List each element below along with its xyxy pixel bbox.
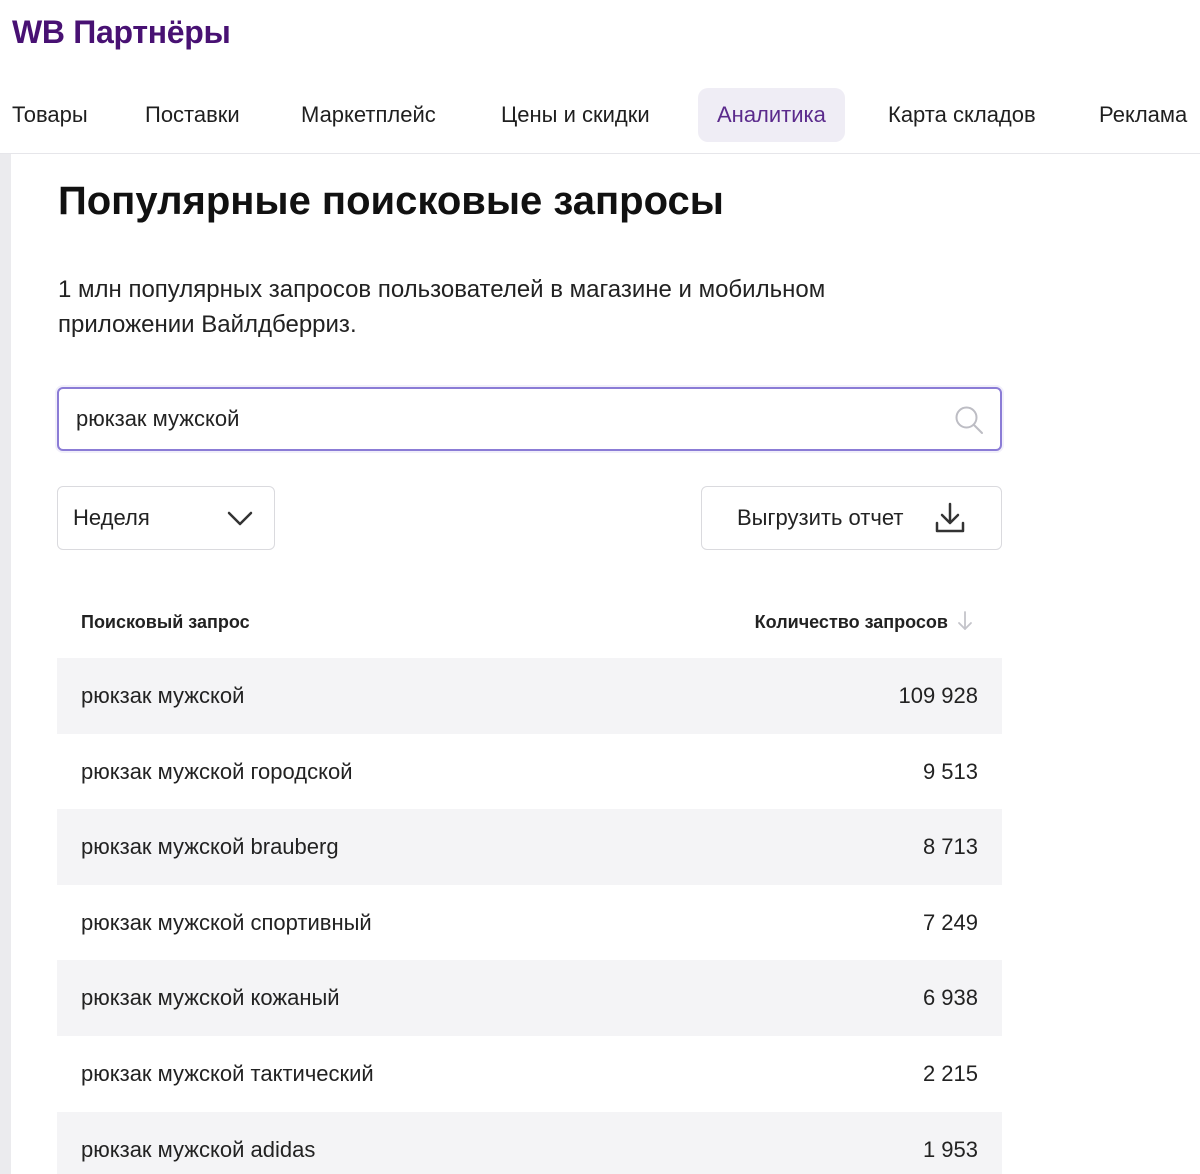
count-cell: 8 713 (922, 834, 978, 860)
search-input[interactable] (76, 389, 916, 449)
page-title: Популярные поисковые запросы (58, 179, 724, 223)
column-header-count[interactable]: Количество запросов (755, 606, 948, 638)
count-cell: 7 249 (922, 909, 978, 935)
count-cell: 9 513 (922, 758, 978, 784)
arrow-down-icon[interactable] (955, 610, 975, 632)
nav-item-goods[interactable]: Товары (12, 88, 88, 142)
top-nav: Товары Поставки Маркетплейс Цены и скидк… (0, 88, 1200, 154)
nav-item-supplies[interactable]: Поставки (145, 88, 240, 142)
count-cell: 6 938 (922, 985, 978, 1011)
nav-item-prices[interactable]: Цены и скидки (501, 88, 650, 142)
period-select[interactable]: Неделя (57, 486, 275, 550)
download-icon (935, 502, 965, 533)
count-cell: 2 215 (922, 1060, 978, 1086)
period-select-value: Неделя (73, 505, 150, 530)
query-cell: рюкзак мужской городской (81, 758, 353, 784)
search-icon[interactable] (954, 405, 984, 435)
table-row[interactable]: рюкзак мужской adidas 1 953 (57, 1111, 1002, 1174)
queries-table: рюкзак мужской 109 928 рюкзак мужской го… (57, 658, 1002, 1174)
table-row[interactable]: рюкзак мужской brauberg 8 713 (57, 809, 1002, 885)
nav-item-ads[interactable]: Реклама (1099, 88, 1187, 142)
query-cell: рюкзак мужской кожаный (81, 985, 340, 1011)
count-cell: 109 928 (898, 683, 978, 708)
nav-item-marketplace[interactable]: Маркетплейс (301, 88, 436, 142)
nav-item-warehouse-map[interactable]: Карта складов (888, 88, 1036, 142)
left-rail (0, 154, 11, 1174)
count-cell: 1 953 (922, 1136, 978, 1162)
table-row[interactable]: рюкзак мужской тактический 2 215 (57, 1036, 1002, 1112)
table-row[interactable]: рюкзак мужской городской 9 513 (57, 734, 1002, 810)
nav-item-analytics[interactable]: Аналитика (698, 88, 845, 142)
export-report-label: Выгрузить отчет (737, 505, 904, 530)
search-field[interactable] (57, 387, 1002, 451)
query-cell: рюкзак мужской тактический (81, 1060, 374, 1086)
logo[interactable]: WB Партнёры (12, 10, 231, 54)
table-row[interactable]: рюкзак мужской кожаный 6 938 (57, 960, 1002, 1036)
table-row[interactable]: рюкзак мужской 109 928 (57, 658, 1002, 734)
query-cell: рюкзак мужской (81, 683, 245, 708)
export-report-button[interactable]: Выгрузить отчет (701, 486, 1002, 550)
chevron-down-icon (227, 511, 253, 526)
query-cell: рюкзак мужской brauberg (81, 834, 339, 860)
table-row[interactable]: рюкзак мужской спортивный 7 249 (57, 885, 1002, 961)
query-cell: рюкзак мужской adidas (81, 1136, 316, 1162)
query-cell: рюкзак мужской спортивный (81, 909, 372, 935)
column-header-query: Поисковый запрос (81, 612, 250, 632)
page: WB Партнёры Товары Поставки Маркетплейс … (0, 0, 1200, 1174)
page-subtitle: 1 млн популярных запросов пользователей … (58, 276, 826, 338)
